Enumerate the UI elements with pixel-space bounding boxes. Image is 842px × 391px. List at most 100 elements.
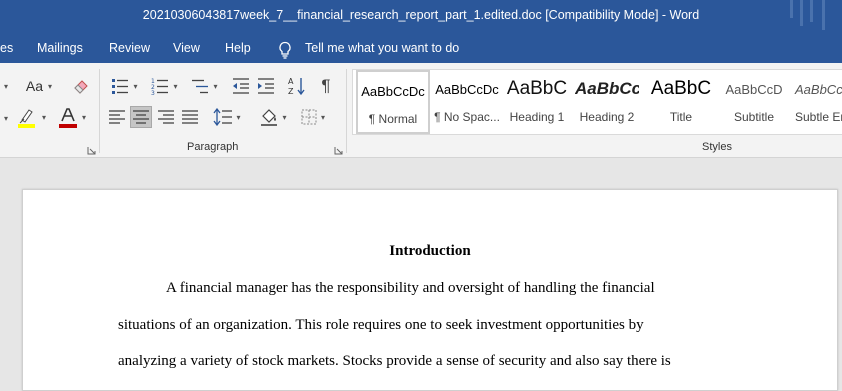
style-label: ¶ Normal — [368, 112, 418, 126]
clear-formatting-button[interactable] — [70, 75, 92, 97]
dialog-launcher-icon — [87, 147, 96, 155]
style-sample: AaBbC — [506, 78, 568, 99]
svg-text:3: 3 — [151, 90, 155, 95]
align-right-icon — [158, 110, 174, 124]
title-decoration — [822, 0, 825, 30]
chevron-down-icon: ▾ — [41, 112, 46, 122]
document-line: A financial manager has the responsibili… — [166, 280, 655, 296]
eraser-icon — [74, 80, 88, 94]
ribbon-tab-bar: es Mailings Review View Help Tell me wha… — [0, 33, 842, 63]
pilcrow-icon: ¶ — [321, 76, 331, 95]
style-no-spacing[interactable]: AaBbCcDc ¶ No Spac... — [432, 70, 502, 134]
change-case-label: Aa — [25, 78, 44, 94]
tab-mailings[interactable]: Mailings — [37, 41, 83, 55]
document-heading: Introduction — [389, 243, 471, 259]
svg-text:Z: Z — [288, 87, 294, 96]
style-label: Subtitle — [733, 110, 775, 124]
style-label: Title — [669, 110, 693, 124]
multilevel-list-button[interactable]: ▾ — [186, 75, 222, 97]
style-sample: AaBbCcD — [795, 82, 842, 97]
svg-text:A: A — [288, 77, 294, 86]
align-left-icon — [109, 110, 125, 124]
style-sample: AaBbCcDc — [361, 84, 425, 99]
style-normal[interactable]: AaBbCcDc ¶ Normal — [356, 70, 430, 134]
style-sample: AaBbC — [650, 78, 712, 99]
font-color-icon — [58, 108, 77, 128]
sort-az-icon: A Z — [288, 77, 305, 96]
tab-review[interactable]: Review — [109, 41, 150, 55]
paragraph-dialog-launcher[interactable] — [334, 142, 343, 155]
bullet-list-icon — [112, 79, 129, 94]
tab-references[interactable]: es — [0, 41, 13, 55]
style-label: Heading 1 — [509, 110, 565, 124]
chevron-down-icon: ▾ — [81, 112, 86, 122]
justify-button[interactable] — [179, 106, 201, 128]
line-spacing-icon — [213, 108, 233, 126]
tab-view[interactable]: View — [173, 41, 200, 55]
chevron-down-icon: ▾ — [3, 113, 8, 123]
chevron-down-icon: ▾ — [3, 81, 8, 91]
chevron-down-icon: ▾ — [236, 112, 241, 122]
multilevel-list-icon — [192, 79, 209, 94]
style-label: ¶ No Spac... — [434, 110, 500, 124]
justify-icon — [182, 110, 198, 124]
title-decoration — [790, 0, 793, 18]
paragraph-group-label: Paragraph — [187, 141, 239, 153]
style-title[interactable]: AaBbC Title — [647, 70, 715, 134]
chevron-down-icon: ▾ — [173, 81, 178, 91]
font-effects-dropdown[interactable]: ▾ — [0, 107, 12, 129]
chevron-down-icon: ▾ — [213, 81, 218, 91]
chevron-down-icon: ▾ — [320, 112, 325, 122]
style-heading-1[interactable]: AaBbC Heading 1 — [505, 70, 569, 134]
paint-bucket-icon — [261, 109, 278, 126]
align-left-button[interactable] — [106, 106, 128, 128]
increase-indent-button[interactable] — [254, 75, 278, 97]
align-center-button[interactable] — [130, 106, 152, 128]
chevron-down-icon: ▾ — [48, 81, 53, 91]
show-formatting-marks-button[interactable]: ¶ — [314, 75, 338, 97]
align-center-icon — [133, 110, 149, 124]
change-case-button[interactable]: Aa ▾ — [22, 75, 56, 97]
title-decoration — [800, 0, 803, 26]
lightbulb-icon — [279, 41, 291, 59]
bullets-button[interactable]: ▾ — [106, 75, 142, 97]
font-size-dropdown[interactable]: ▾ — [0, 75, 12, 97]
font-dialog-launcher[interactable] — [87, 142, 96, 155]
numbered-list-icon: 1 2 3 — [151, 78, 169, 95]
style-label: Subtle Em — [795, 110, 842, 124]
chevron-down-icon: ▾ — [133, 81, 138, 91]
styles-group-label: Styles — [702, 141, 732, 153]
style-sample: AaBbCc — [575, 79, 639, 98]
title-decoration — [810, 0, 813, 22]
borders-button[interactable]: ▾ — [295, 106, 331, 128]
borders-icon — [301, 109, 317, 125]
align-right-button[interactable] — [155, 106, 177, 128]
document-line: situations of an organization. This role… — [118, 317, 644, 333]
increase-indent-icon — [258, 78, 274, 94]
font-color-button[interactable]: ▾ — [55, 106, 89, 128]
sort-button[interactable]: A Z — [285, 75, 309, 97]
shading-button[interactable]: ▾ — [255, 106, 291, 128]
numbering-button[interactable]: 1 2 3 ▾ — [146, 75, 182, 97]
document-line: analyzing a variety of stock markets. St… — [118, 353, 671, 369]
document-page[interactable]: Introduction A financial manager has the… — [22, 189, 838, 391]
style-label: Heading 2 — [579, 110, 635, 124]
style-subtle-emphasis[interactable]: AaBbCcD Subtle Em — [793, 70, 842, 134]
line-spacing-button[interactable]: ▾ — [210, 106, 244, 128]
styles-gallery: AaBbCcDc ¶ Normal AaBbCcDc ¶ No Spac... … — [352, 69, 842, 135]
group-divider — [346, 69, 347, 153]
style-heading-2[interactable]: AaBbCc Heading 2 — [575, 70, 639, 134]
chevron-down-icon: ▾ — [282, 112, 287, 122]
tab-help[interactable]: Help — [225, 41, 251, 55]
style-sample: AaBbCcD — [725, 82, 783, 97]
text-highlight-button[interactable]: ▾ — [14, 106, 48, 128]
tell-me-label: Tell me what you want to do — [305, 41, 460, 55]
dialog-launcher-icon — [334, 147, 343, 155]
style-subtitle[interactable]: AaBbCcD Subtitle — [721, 70, 787, 134]
title-bar: 20210306043817week_7__financial_research… — [0, 0, 842, 33]
decrease-indent-button[interactable] — [229, 75, 253, 97]
style-sample: AaBbCcDc — [435, 82, 499, 97]
group-divider — [99, 69, 100, 153]
decrease-indent-icon — [233, 78, 249, 94]
window-title: 20210306043817week_7__financial_research… — [142, 8, 700, 22]
